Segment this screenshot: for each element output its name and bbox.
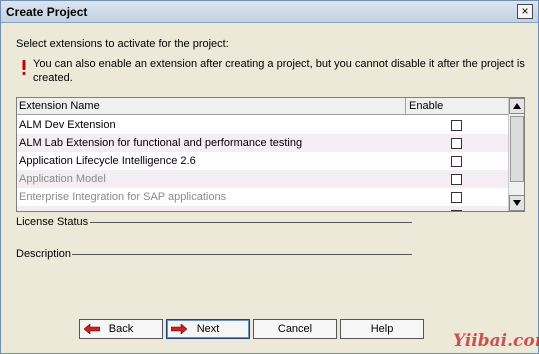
- close-button[interactable]: ×: [517, 4, 533, 19]
- enable-checkbox[interactable]: [451, 210, 462, 211]
- back-button-label: Back: [108, 323, 134, 335]
- cancel-button-label: Cancel: [277, 323, 313, 335]
- scroll-up-button[interactable]: [509, 98, 524, 114]
- info-message: You can also enable an extension after c…: [33, 58, 525, 84]
- arrow-right-icon: [171, 324, 187, 334]
- next-button-label: Next: [196, 323, 220, 335]
- extension-row-2[interactable]: Application Lifecycle Intelligence 2.6: [17, 152, 508, 170]
- help-button[interactable]: Help: [340, 319, 424, 339]
- cancel-button[interactable]: Cancel: [253, 319, 337, 339]
- arrow-left-icon: [84, 324, 100, 334]
- extension-name: Application Model: [19, 173, 106, 185]
- help-button-label: Help: [370, 323, 394, 335]
- close-icon: ×: [521, 4, 529, 18]
- column-divider[interactable]: [405, 98, 406, 115]
- extension-name: Application Lifecycle Intelligence 2.6: [19, 155, 196, 167]
- extension-row-3[interactable]: Application Model: [17, 170, 508, 188]
- extension-name: ALM Lab Extension for functional and per…: [19, 137, 303, 149]
- next-button[interactable]: Next: [166, 319, 250, 339]
- extension-row-partial[interactable]: [17, 206, 508, 211]
- scroll-down-button[interactable]: [509, 195, 524, 211]
- arrow-down-icon: [513, 200, 521, 206]
- enable-checkbox[interactable]: [451, 174, 462, 185]
- column-header-extension-name[interactable]: Extension Name: [19, 100, 100, 112]
- exclamation-icon: [22, 60, 26, 75]
- arrow-up-icon: [513, 103, 521, 109]
- grid-header: Extension Name Enable: [17, 98, 508, 115]
- description-label: Description: [16, 248, 72, 260]
- extensions-grid: Extension Name Enable ALM Dev Extension …: [16, 97, 525, 212]
- extension-name: Enterprise Integration for SAP applicati…: [19, 191, 227, 203]
- extension-row-0[interactable]: ALM Dev Extension: [17, 116, 508, 134]
- scroll-thumb[interactable]: [510, 116, 524, 182]
- extension-row-1[interactable]: ALM Lab Extension for functional and per…: [17, 134, 508, 152]
- extension-name: ALM Dev Extension: [19, 119, 116, 131]
- prompt-text: Select extensions to activate for the pr…: [16, 38, 229, 50]
- vertical-scrollbar[interactable]: [508, 98, 524, 211]
- watermark-logo: Yiibai.com: [453, 331, 539, 351]
- enable-checkbox[interactable]: [451, 156, 462, 167]
- grid-rows: ALM Dev Extension ALM Lab Extension for …: [17, 116, 508, 211]
- enable-checkbox[interactable]: [451, 120, 462, 131]
- license-status-label: License Status: [16, 216, 89, 228]
- title-bar: Create Project ×: [1, 1, 538, 23]
- extension-row-4[interactable]: Enterprise Integration for SAP applicati…: [17, 188, 508, 206]
- create-project-dialog: Create Project × Select extensions to ac…: [0, 0, 539, 354]
- license-status-divider: [90, 222, 412, 223]
- dialog-title: Create Project: [6, 5, 88, 19]
- description-divider: [72, 254, 412, 255]
- enable-checkbox[interactable]: [451, 138, 462, 149]
- column-header-enable[interactable]: Enable: [409, 100, 443, 112]
- back-button[interactable]: Back: [79, 319, 163, 339]
- enable-checkbox[interactable]: [451, 192, 462, 203]
